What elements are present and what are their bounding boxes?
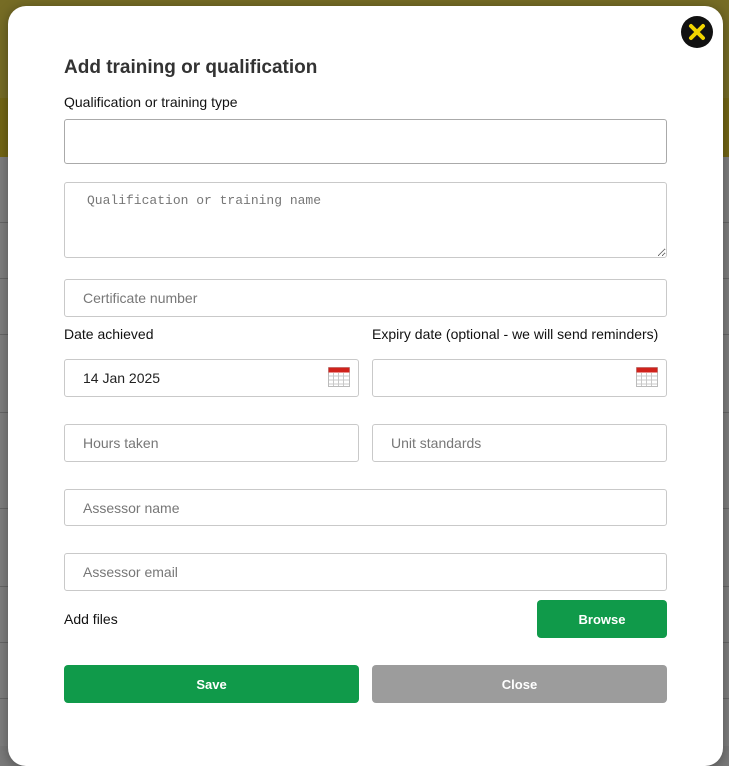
certificate-number-input[interactable] [64,279,667,317]
expiry-date-label: Expiry date (optional - we will send rem… [372,326,659,342]
expiry-date-input[interactable] [372,359,667,397]
browse-button[interactable]: Browse [537,600,667,638]
assessor-email-input[interactable] [64,553,667,591]
assessor-name-input[interactable] [64,489,667,526]
close-button[interactable]: Close [372,665,667,703]
modal-title: Add training or qualification [64,57,318,78]
date-achieved-label: Date achieved [64,326,154,342]
qualification-type-input[interactable] [64,119,667,164]
calendar-icon[interactable] [636,367,658,387]
unit-standards-input[interactable] [372,424,667,462]
close-icon[interactable] [681,16,713,48]
date-achieved-input[interactable] [64,359,359,397]
qualification-name-textarea[interactable] [64,182,667,258]
hours-taken-input[interactable] [64,424,359,462]
qualification-type-label: Qualification or training type [64,94,238,110]
add-files-label: Add files [64,611,118,627]
save-button[interactable]: Save [64,665,359,703]
calendar-icon[interactable] [328,367,350,387]
close-x-glyph [689,24,705,40]
